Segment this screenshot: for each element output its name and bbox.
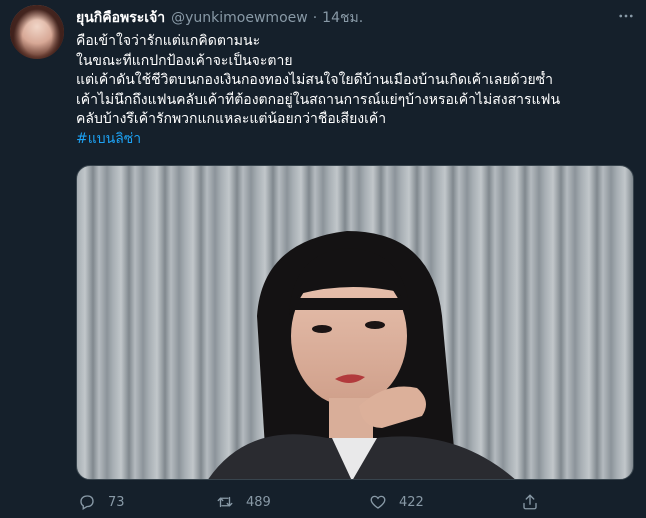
tweet-text-line: แต่เค้าดันใช้ชีวิตบนกองเงินกองทองไม่สนใจ… [76, 72, 554, 88]
reply-icon [80, 495, 94, 510]
tweet-text-line: ในขณะที่แกปกป้องเค้าจะเป็นจะตาย [76, 52, 293, 69]
share-icon [523, 494, 537, 510]
tweet-actions: 73 489 422 [76, 490, 632, 514]
tweet-text-line: เค้าไม่นึกถึงแฟนคลับเค้าที่ต้องตกอยู่ในส… [76, 91, 561, 108]
tweet-text-line: คลับบ้างรึเค้ารักพวกแกแหละแต่น้อยกว่าชื่… [76, 111, 387, 127]
like-button[interactable]: 422 [369, 490, 424, 514]
more-button[interactable] [616, 6, 636, 26]
tweet-text-line: คือเข้าใจว่ารักแต่แกคิดตามนะ [76, 33, 261, 49]
tweet-text: คือเข้าใจว่ารักแต่แกคิดตามนะ ในขณะที่แกป… [76, 32, 632, 149]
reply-button[interactable]: 73 [78, 490, 125, 514]
share-button[interactable] [521, 490, 551, 514]
tweet-timestamp[interactable]: 14ชม. [322, 7, 363, 29]
retweet-button[interactable]: 489 [216, 490, 271, 514]
display-name[interactable]: ยุนกิคือพระเจ้า [76, 7, 165, 29]
tweet-header: ยุนกิคือพระเจ้า @yunkimoewmoew · 14ชม. [76, 8, 363, 28]
separator-dot: · [312, 10, 318, 26]
user-handle[interactable]: @yunkimoewmoew [171, 10, 308, 26]
retweet-icon [217, 496, 233, 508]
avatar[interactable] [10, 5, 64, 59]
heart-icon [370, 495, 386, 509]
tweet[interactable]: ยุนกิคือพระเจ้า @yunkimoewmoew · 14ชม. ค… [0, 0, 646, 518]
tweet-photo[interactable] [76, 165, 634, 480]
reply-count: 73 [108, 494, 125, 510]
more-icon [619, 14, 633, 18]
retweet-count: 489 [246, 494, 271, 510]
avatar-image [10, 5, 64, 59]
like-count: 422 [399, 494, 424, 510]
hashtag-link[interactable]: #แบนลิซ่า [76, 130, 632, 150]
photo-illustration [77, 166, 633, 479]
